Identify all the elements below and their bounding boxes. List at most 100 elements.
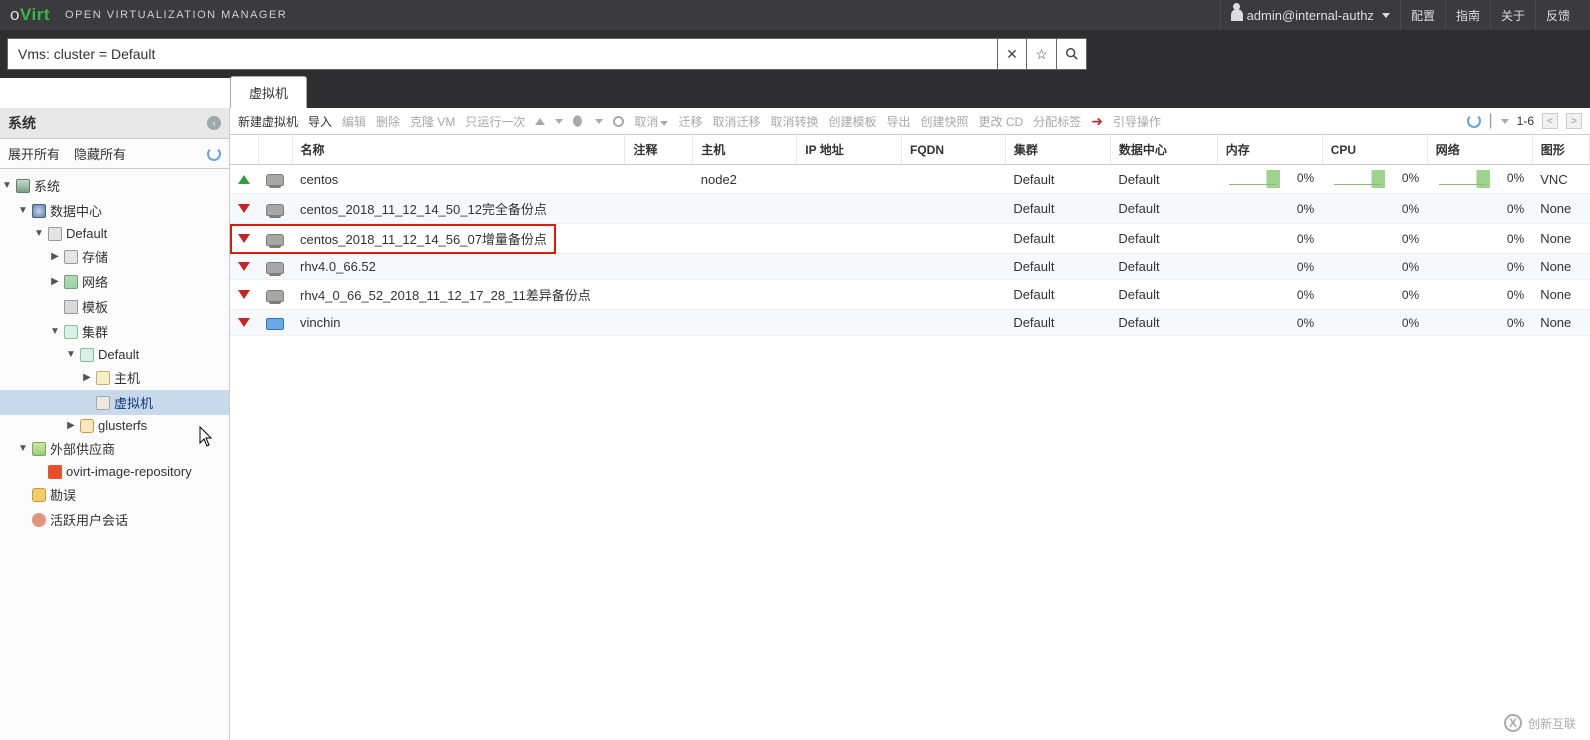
user-menu[interactable]: admin@internal-authz [1220,0,1401,30]
status-cell [230,165,258,194]
stop-icon[interactable] [613,116,624,127]
tree-storage[interactable]: ▶存储 [0,244,229,269]
host-cell [693,280,797,310]
table-row[interactable]: centos_2018_11_12_14_50_12完全备份点DefaultDe… [230,194,1590,224]
table-row[interactable]: centosnode2DefaultDefault0%0%0%VNC [230,165,1590,194]
collapse-all-link[interactable]: 隐藏所有 [74,144,126,163]
tree-datacenters[interactable]: ▼数据中心 [0,198,229,223]
snapshot-button[interactable]: 创建快照 [921,113,969,130]
col-header[interactable]: 网络 [1427,135,1532,165]
search-go-button[interactable] [1057,38,1087,70]
col-header[interactable]: 名称 [292,135,625,165]
header-link-about[interactable]: 关于 [1491,0,1536,30]
refresh-icon[interactable] [207,147,221,161]
col-header[interactable]: 主机 [693,135,797,165]
sidebar-title: 系统 [8,113,36,133]
host-icon [96,371,110,385]
expand-all-link[interactable]: 展开所有 [8,144,60,163]
type-cell [258,310,292,336]
header-link-guide[interactable]: 指南 [1446,0,1491,30]
tree-template[interactable]: 模板 [0,294,229,319]
col-header[interactable]: 图形 [1532,135,1589,165]
toolbar-refresh-icon[interactable] [1467,114,1481,128]
sidebar-collapse-icon[interactable]: ‹ [207,116,221,130]
migrate-button[interactable]: 迁移 [678,113,702,130]
vm-table: 名称注释主机IP 地址FQDN集群数据中心内存CPU网络图形 centosnod… [230,135,1590,336]
col-header[interactable]: 集群 [1005,135,1110,165]
tree-label: 主机 [114,368,140,387]
clone-vm-button[interactable]: 克隆 VM [410,113,455,130]
header-link-feedback[interactable]: 反馈 [1536,0,1580,30]
col-header[interactable]: FQDN [902,135,1006,165]
tree-repo[interactable]: ovirt-image-repository [0,461,229,482]
table-row[interactable]: rhv4_0_66_52_2018_11_12_17_28_11差异备份点Def… [230,280,1590,310]
cancel-text[interactable]: 取消 [634,113,668,130]
search-input[interactable] [7,38,997,70]
run-icon[interactable] [535,118,545,125]
tree-system[interactable]: ▼系统 [0,173,229,198]
change-cd-button[interactable]: 更改 CD [979,113,1024,130]
tree-default-cluster[interactable]: ▼Default [0,344,229,365]
status-down-icon [238,204,250,213]
ip-cell [797,310,902,336]
tab-vms[interactable]: 虚拟机 [230,76,307,108]
tree-clusters[interactable]: ▼集群 [0,319,229,344]
table-row[interactable]: centos_2018_11_12_14_56_07增量备份点DefaultDe… [230,224,1590,254]
search-clear-button[interactable]: ✕ [997,38,1027,70]
net-cell: 0% [1427,165,1532,194]
tree-label: 外部供应商 [50,439,115,458]
tree-label: Default [66,226,107,241]
import-button[interactable]: 导入 [308,113,332,130]
page-next-button[interactable]: > [1566,113,1582,129]
col-header[interactable]: 内存 [1217,135,1322,165]
header-link-config[interactable]: 配置 [1401,0,1446,30]
tree-vm[interactable]: 虚拟机 [0,390,229,415]
guide-button[interactable]: 引导操作 [1113,113,1161,130]
type-cell [258,254,292,280]
tree-default-dc[interactable]: ▼Default [0,223,229,244]
col-header[interactable]: 注释 [625,135,693,165]
export-button[interactable]: 导出 [887,113,911,130]
tree-errata[interactable]: 勘误 [0,482,229,507]
table-row[interactable]: rhv4.0_66.52DefaultDefault0%0%0%None [230,254,1590,280]
type-cell [258,224,292,254]
tree-glusterfs[interactable]: ▶glusterfs [0,415,229,436]
status-up-icon [238,175,250,184]
tree-label: 勘误 [50,485,76,504]
col-header[interactable]: IP 地址 [797,135,902,165]
tree-sessions[interactable]: 活跃用户会话 [0,507,229,532]
col-header[interactable]: CPU [1322,135,1427,165]
run-once-button[interactable]: 只运行一次 [465,113,525,130]
suspend-icon[interactable] [573,115,585,127]
cancel-migrate-button[interactable]: 取消迁移 [712,113,760,130]
delete-button[interactable]: 删除 [376,113,400,130]
cancel-convert-button[interactable]: 取消转换 [770,113,818,130]
host-cell: node2 [693,165,797,194]
fqdn-cell [902,194,1006,224]
tree-providers[interactable]: ▼外部供应商 [0,436,229,461]
vm-type-icon [266,290,284,302]
table-row[interactable]: vinchinDefaultDefault0%0%0%None [230,310,1590,336]
shutdown-dropdown-icon[interactable] [595,119,603,124]
user-label: admin@internal-authz [1247,8,1374,23]
new-vm-button[interactable]: 新建虚拟机 [238,113,298,130]
net-cell: 0% [1427,194,1532,224]
edit-button[interactable]: 编辑 [342,113,366,130]
make-template-button[interactable]: 创建模板 [828,113,876,130]
col-header[interactable] [258,135,292,165]
col-header[interactable]: 数据中心 [1110,135,1217,165]
tree-network[interactable]: ▶网络 [0,269,229,294]
assign-tag-button[interactable]: 分配标签 [1033,113,1081,130]
vm-icon [96,396,110,410]
dc-cell: Default [1110,310,1217,336]
folder-icon [16,179,30,193]
name-cell: vinchin [292,310,625,336]
tree-host[interactable]: ▶主机 [0,365,229,390]
search-bookmark-button[interactable]: ☆ [1027,38,1057,70]
refresh-menu-icon[interactable] [1501,119,1509,124]
status-cell [230,194,258,224]
col-header[interactable] [230,135,258,165]
page-prev-button[interactable]: < [1542,113,1558,129]
run-dropdown-icon[interactable] [555,119,563,124]
template-icon [64,300,78,314]
